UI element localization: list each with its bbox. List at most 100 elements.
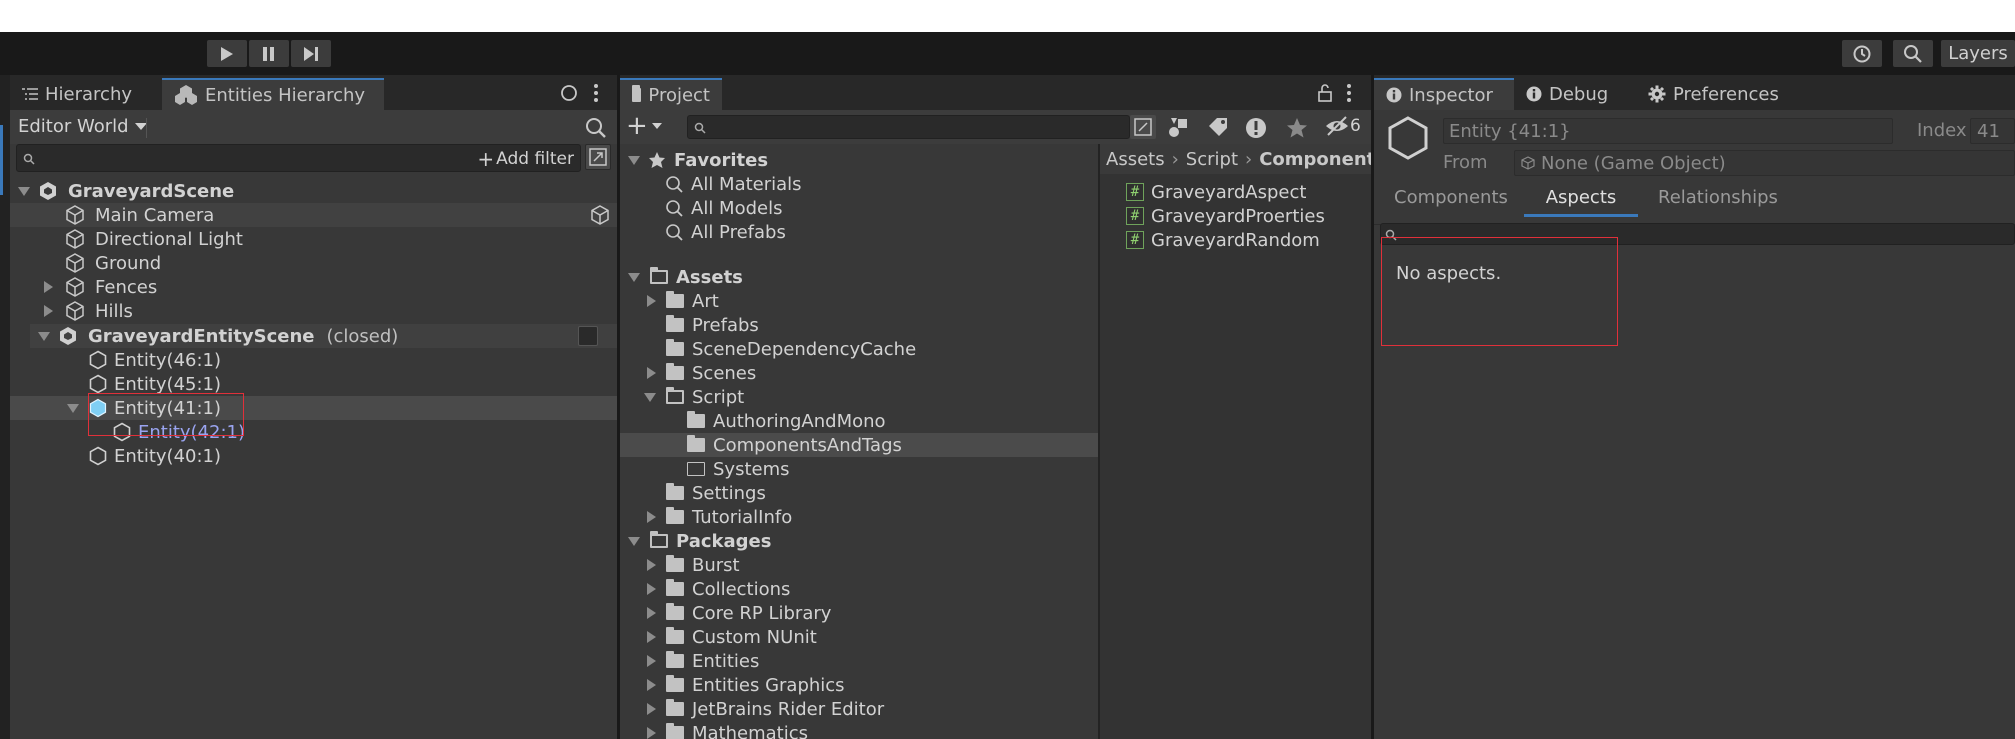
file-graveyardproerties[interactable]: # GraveyardProerties bbox=[1100, 204, 1325, 228]
package-entities[interactable]: Entities bbox=[620, 649, 759, 673]
layers-dropdown[interactable]: Layers bbox=[1941, 40, 2015, 67]
circle-toggle-icon[interactable] bbox=[560, 84, 578, 102]
favorite-all-prefabs[interactable]: All Prefabs bbox=[620, 220, 786, 244]
tab-debug[interactable]: Debug bbox=[1514, 78, 1630, 110]
folder-settings[interactable]: Settings bbox=[620, 481, 766, 505]
tree-item-ground[interactable]: Ground bbox=[10, 251, 161, 275]
expand-arrow-icon[interactable] bbox=[647, 511, 656, 523]
expand-arrow-icon[interactable] bbox=[647, 295, 656, 307]
package-collections[interactable]: Collections bbox=[620, 577, 790, 601]
subscene-load-checkbox[interactable] bbox=[578, 326, 598, 346]
expand-arrow-icon[interactable] bbox=[18, 186, 30, 196]
package-jetbrains-rider-editor[interactable]: JetBrains Rider Editor bbox=[620, 697, 884, 721]
tree-item-graveyardscene[interactable]: GraveyardScene bbox=[10, 179, 617, 203]
favorite-all-models[interactable]: All Models bbox=[620, 196, 782, 220]
tab-entities-hierarchy[interactable]: Entities Hierarchy bbox=[162, 78, 384, 110]
package-burst[interactable]: Burst bbox=[620, 553, 740, 577]
folder-scenes[interactable]: Scenes bbox=[620, 361, 756, 385]
expand-arrow-icon[interactable] bbox=[628, 272, 640, 282]
kebab-menu-icon[interactable] bbox=[593, 83, 599, 103]
breadcrumb-assets[interactable]: Assets bbox=[1106, 149, 1165, 170]
tree-item-fences[interactable]: Fences bbox=[10, 275, 157, 299]
project-search-input[interactable] bbox=[687, 115, 1130, 139]
pause-button[interactable] bbox=[249, 40, 289, 67]
history-button[interactable] bbox=[1842, 40, 1882, 67]
add-filter-button[interactable]: + Add filter bbox=[477, 147, 574, 171]
expand-arrow-icon[interactable] bbox=[67, 403, 79, 413]
expand-arrow-icon[interactable] bbox=[647, 607, 656, 619]
popout-button[interactable] bbox=[585, 144, 611, 170]
tree-favorites[interactable]: Favorites bbox=[620, 148, 768, 172]
file-graveyardrandom[interactable]: # GraveyardRandom bbox=[1100, 228, 1320, 252]
expand-arrow-icon[interactable] bbox=[647, 703, 656, 715]
popout-button[interactable] bbox=[1130, 115, 1156, 139]
lock-icon[interactable] bbox=[1317, 83, 1333, 103]
tab-preferences[interactable]: Preferences bbox=[1636, 78, 1836, 110]
package-entities-graphics[interactable]: Entities Graphics bbox=[620, 673, 845, 697]
breadcrumb-component[interactable]: Component bbox=[1259, 149, 1371, 170]
tree-item-directional-light[interactable]: Directional Light bbox=[10, 227, 243, 251]
file-graveyardaspect[interactable]: # GraveyardAspect bbox=[1100, 180, 1306, 204]
search-by-type-icon[interactable] bbox=[1168, 117, 1190, 139]
subtab-relationships-label: Relationships bbox=[1658, 187, 1778, 208]
label-tag-icon[interactable] bbox=[1207, 117, 1229, 139]
package-mathematics[interactable]: Mathematics bbox=[620, 721, 808, 739]
subtab-components[interactable]: Components bbox=[1394, 187, 1508, 208]
folder-art[interactable]: Art bbox=[620, 289, 719, 313]
folder-tutorialinfo[interactable]: TutorialInfo bbox=[620, 505, 792, 529]
expand-arrow-icon[interactable] bbox=[647, 583, 656, 595]
subtab-relationships[interactable]: Relationships bbox=[1658, 187, 1778, 208]
world-dropdown[interactable]: Editor World bbox=[18, 116, 147, 137]
tree-item-main-camera[interactable]: Main Camera bbox=[10, 203, 617, 227]
expand-arrow-icon[interactable] bbox=[628, 155, 640, 165]
window-top-strip bbox=[0, 0, 2015, 32]
expand-arrow-icon[interactable] bbox=[647, 655, 656, 667]
folder-prefabs[interactable]: Prefabs bbox=[620, 313, 759, 337]
tree-assets[interactable]: Assets bbox=[620, 265, 743, 289]
folder-scenedependencycache[interactable]: SceneDependencyCache bbox=[620, 337, 916, 361]
subtab-aspects[interactable]: Aspects bbox=[1524, 187, 1638, 217]
tree-item-label: GraveyardEntityScene bbox=[88, 325, 315, 347]
expand-arrow-icon[interactable] bbox=[647, 367, 656, 379]
expand-arrow-icon[interactable] bbox=[647, 679, 656, 691]
folder-systems[interactable]: Systems bbox=[620, 457, 790, 481]
step-button[interactable] bbox=[291, 40, 331, 67]
expand-arrow-icon[interactable] bbox=[644, 392, 656, 402]
create-button[interactable]: + bbox=[626, 113, 662, 139]
tab-project[interactable]: Project bbox=[620, 78, 722, 110]
warning-filter-icon[interactable] bbox=[1245, 117, 1267, 139]
favorite-all-materials[interactable]: All Materials bbox=[620, 172, 802, 196]
tree-item-label: SceneDependencyCache bbox=[692, 338, 917, 360]
tree-packages[interactable]: Packages bbox=[620, 529, 771, 553]
package-custom-nunit[interactable]: Custom NUnit bbox=[620, 625, 817, 649]
entity-name-field[interactable]: Entity {41:1} bbox=[1443, 118, 1893, 144]
index-field[interactable]: 41 bbox=[1970, 118, 2015, 144]
tab-inspector[interactable]: Inspector bbox=[1374, 78, 1514, 110]
expand-arrow-icon[interactable] bbox=[44, 305, 53, 317]
package-core-rp-library[interactable]: Core RP Library bbox=[620, 601, 831, 625]
expand-arrow-icon[interactable] bbox=[647, 559, 656, 571]
star-icon[interactable] bbox=[1286, 117, 1308, 139]
toolbar-search-button[interactable] bbox=[1893, 40, 1933, 67]
hidden-packages-toggle[interactable]: 6 bbox=[1325, 115, 1361, 137]
expand-arrow-icon[interactable] bbox=[628, 536, 640, 546]
expand-arrow-icon[interactable] bbox=[38, 331, 50, 341]
prefab-cube-icon[interactable] bbox=[590, 205, 610, 225]
tree-item-hills[interactable]: Hills bbox=[10, 299, 133, 323]
tree-item-entity-40[interactable]: Entity(40:1) bbox=[10, 444, 221, 468]
hierarchy-search-input[interactable]: + Add filter bbox=[16, 144, 581, 172]
from-object-field[interactable]: None (Game Object) bbox=[1514, 150, 2015, 176]
tree-item-graveyardentityscene[interactable]: GraveyardEntityScene (closed) bbox=[30, 324, 617, 348]
expand-arrow-icon[interactable] bbox=[647, 727, 656, 739]
folder-authoringandmono[interactable]: AuthoringAndMono bbox=[620, 409, 886, 433]
tree-item-entity-46[interactable]: Entity(46:1) bbox=[10, 348, 221, 372]
kebab-menu-icon[interactable] bbox=[1346, 83, 1352, 103]
tab-hierarchy[interactable]: Hierarchy bbox=[10, 78, 162, 110]
expand-arrow-icon[interactable] bbox=[647, 631, 656, 643]
hierarchy-search-icon[interactable] bbox=[585, 117, 607, 139]
expand-arrow-icon[interactable] bbox=[44, 281, 53, 293]
breadcrumb-script[interactable]: Script bbox=[1186, 149, 1238, 170]
folder-script[interactable]: Script bbox=[620, 385, 744, 409]
folder-componentsandtags[interactable]: ComponentsAndTags bbox=[620, 433, 1098, 457]
play-button[interactable] bbox=[207, 40, 247, 67]
